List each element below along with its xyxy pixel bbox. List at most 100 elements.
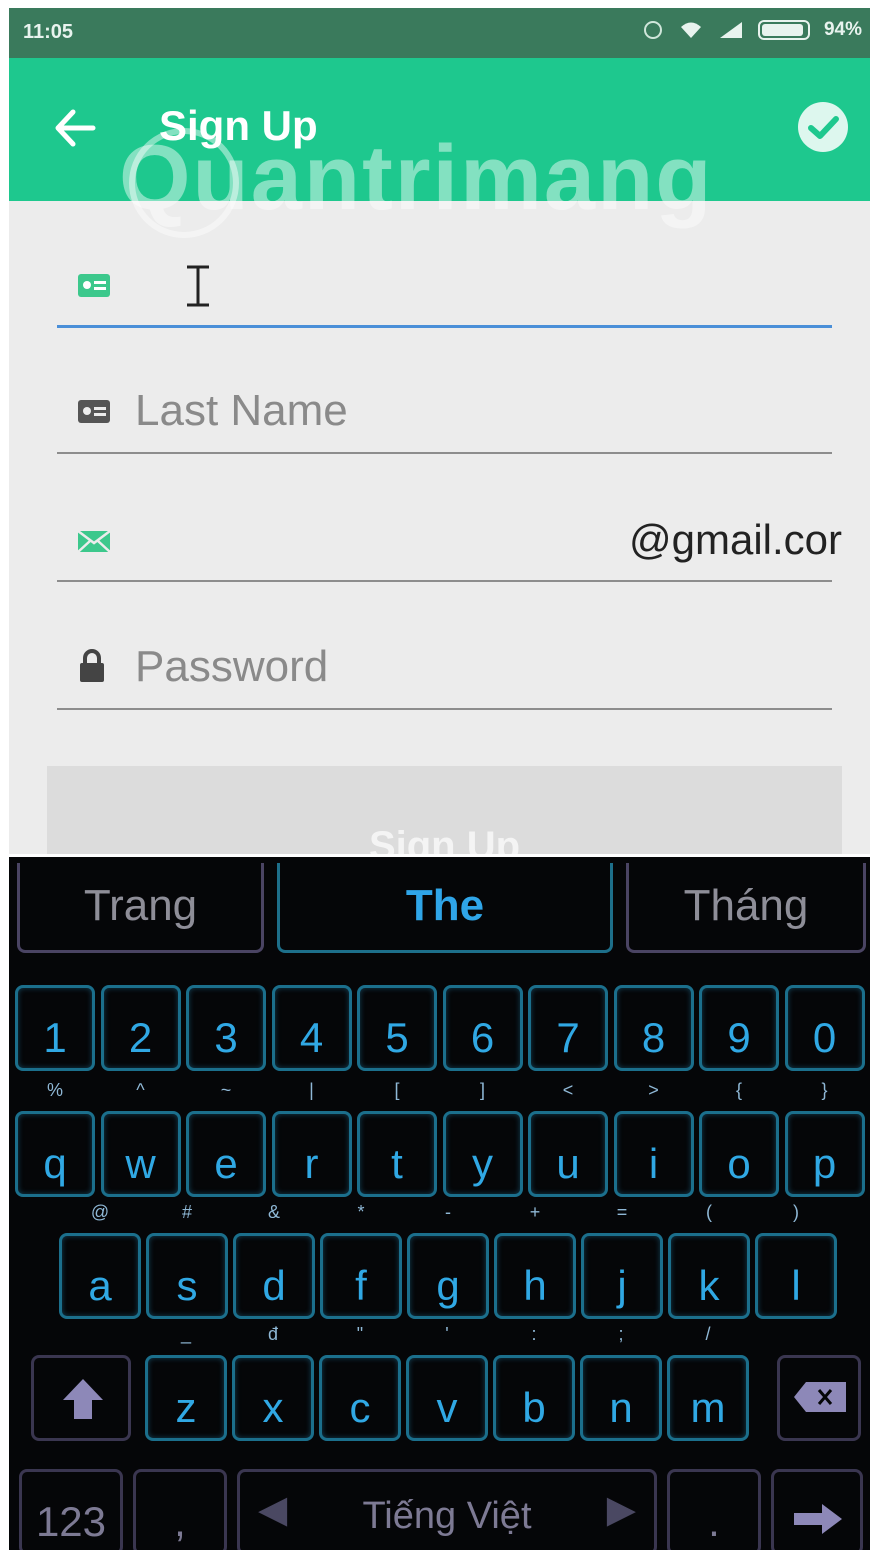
key-label: v — [436, 1384, 458, 1431]
confirm-check-icon[interactable] — [798, 102, 848, 152]
field-underline — [57, 452, 832, 454]
key-label: t — [391, 1140, 403, 1187]
key-p[interactable]: } p — [784, 1080, 865, 1197]
space-key[interactable]: ◀ Tiếng Việt ▶ — [237, 1469, 657, 1550]
text-cursor-icon — [187, 265, 209, 307]
key-label: y — [472, 1140, 493, 1187]
backspace-key[interactable] — [777, 1355, 861, 1441]
key-label: 3 — [214, 1014, 238, 1061]
key-w[interactable]: ^ w — [100, 1080, 181, 1197]
secondary-symbol: > — [648, 1080, 659, 1100]
key-8[interactable]: 8 — [613, 985, 694, 1071]
key-q[interactable]: % q — [15, 1080, 95, 1197]
secondary-symbol: ^ — [136, 1080, 145, 1100]
backspace-icon — [794, 1382, 846, 1412]
suggestion-3[interactable]: Tháng — [626, 863, 866, 953]
keyboard: Trang The Tháng 123 , ◀ Tiếng Việt ▶ . 1… — [9, 854, 870, 1550]
secondary-symbol: | — [309, 1080, 314, 1100]
key-2[interactable]: 2 — [100, 985, 181, 1071]
key-n[interactable]: ; n — [580, 1324, 662, 1441]
key-label: 8 — [641, 1014, 666, 1061]
secondary-symbol: " — [356, 1324, 364, 1344]
key-z[interactable]: _ z — [145, 1324, 227, 1441]
key-label: m — [690, 1384, 726, 1431]
key-label: d — [262, 1262, 286, 1309]
key-label: 2 — [128, 1014, 153, 1061]
key-label: a — [88, 1262, 112, 1309]
key-9[interactable]: 9 — [699, 985, 779, 1071]
key-u[interactable]: < u — [528, 1080, 608, 1197]
key-s[interactable]: # s — [146, 1202, 228, 1319]
secondary-symbol: { — [735, 1080, 742, 1100]
secondary-symbol: < — [562, 1080, 574, 1100]
suggestion-1[interactable]: Trang — [17, 863, 264, 953]
email-value: @gmail.cor — [628, 516, 842, 563]
key-label: p — [812, 1140, 837, 1187]
period-key[interactable]: . — [667, 1469, 761, 1550]
shift-arrow-icon — [63, 1379, 103, 1419]
status-bar: 11:05 94% — [9, 8, 870, 58]
key-c[interactable]: " c — [319, 1324, 401, 1441]
key-b[interactable]: :b — [493, 1324, 575, 1441]
key-7[interactable]: 7 — [528, 985, 608, 1071]
key-label: 4 — [299, 1014, 324, 1061]
key-d[interactable]: & d — [233, 1202, 315, 1319]
key-6[interactable]: 6 — [442, 985, 523, 1071]
key-1[interactable]: 1 — [15, 985, 95, 1071]
key-label: w — [125, 1140, 156, 1187]
key-y[interactable]: ] y — [442, 1080, 523, 1197]
key-label: k — [698, 1262, 720, 1309]
key-5[interactable]: 5 — [357, 985, 437, 1071]
password-field[interactable]: Password — [57, 620, 832, 710]
key-j[interactable]: = j — [581, 1202, 663, 1319]
key-o[interactable]: {o — [699, 1080, 779, 1197]
battery-percent: 94% — [823, 19, 862, 40]
key-m[interactable]: / m — [667, 1324, 749, 1441]
secondary-symbol: * — [357, 1202, 365, 1222]
mail-icon — [77, 530, 111, 553]
key-r[interactable]: | r — [271, 1080, 352, 1197]
lock-icon — [80, 649, 104, 682]
right-arrow-icon: ▶ — [606, 1489, 636, 1531]
key-0[interactable]: 0 — [784, 985, 865, 1071]
key-label: g — [436, 1262, 460, 1309]
key-t[interactable]: [t — [357, 1080, 437, 1197]
phone-screen: 11:05 94% Sign Up Quantrimang Last Name … — [9, 8, 870, 1550]
back-arrow-icon[interactable] — [53, 106, 97, 150]
secondary-symbol: ] — [479, 1080, 485, 1100]
secondary-symbol: _ — [180, 1324, 191, 1344]
key-i[interactable]: > i — [613, 1080, 694, 1197]
key-label: 6 — [470, 1014, 495, 1061]
key-v[interactable]: ' v — [406, 1324, 488, 1441]
key-e[interactable]: ~ e — [186, 1080, 266, 1197]
key-k[interactable]: (k — [668, 1202, 750, 1319]
alarm-icon — [643, 21, 662, 39]
first-name-field[interactable] — [57, 238, 832, 328]
key-3[interactable]: 3 — [186, 985, 266, 1071]
secondary-symbol: : — [531, 1324, 537, 1344]
enter-arrow-icon — [794, 1504, 842, 1534]
watermark: Quantrimang — [119, 127, 714, 229]
key-g[interactable]: -g — [407, 1202, 489, 1319]
key-h[interactable]: + h — [494, 1202, 576, 1319]
key-4[interactable]: 4 — [271, 985, 352, 1071]
comma-key[interactable]: , — [133, 1469, 227, 1550]
secondary-symbol: } — [821, 1080, 828, 1100]
key-l[interactable]: ) l — [755, 1202, 837, 1319]
password-placeholder: Password — [135, 642, 329, 691]
key-f[interactable]: * f — [320, 1202, 402, 1319]
numbers-mode-key[interactable]: 123 — [19, 1469, 123, 1550]
key-x[interactable]: đx — [232, 1324, 314, 1441]
key-label: l — [791, 1262, 801, 1309]
id-card-icon — [78, 274, 110, 297]
shift-key[interactable] — [31, 1355, 131, 1441]
last-name-field[interactable]: Last Name — [57, 364, 832, 454]
secondary-symbol: ~ — [220, 1080, 232, 1100]
email-field[interactable]: @gmail.cor — [57, 492, 842, 582]
enter-key[interactable] — [771, 1469, 863, 1550]
secondary-symbol: = — [616, 1202, 628, 1222]
suggestion-2[interactable]: The — [277, 863, 613, 953]
key-label: 9 — [727, 1014, 751, 1061]
key-label: x — [262, 1384, 284, 1431]
key-a[interactable]: @ a — [59, 1202, 141, 1319]
